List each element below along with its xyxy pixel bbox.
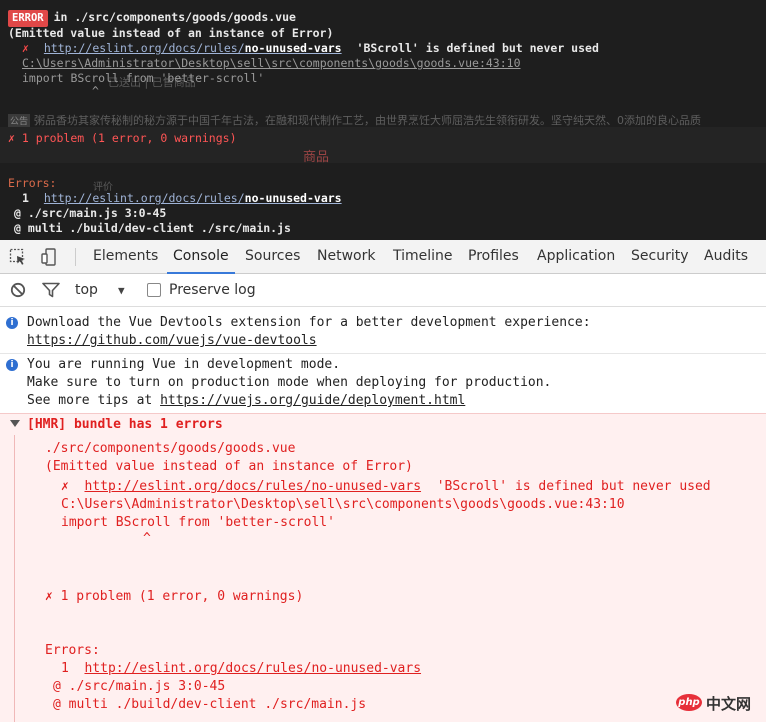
tab-application[interactable]: Application [537, 240, 615, 273]
overlay-rule-line: ✗ http://eslint.org/docs/rules/no-unused… [22, 41, 599, 56]
message-line-3: See more tips at https://vuejs.org/guide… [27, 393, 466, 408]
vue-deployment-link[interactable]: https://vuejs.org/guide/deployment.html [160, 393, 465, 408]
tab-console[interactable]: Console [167, 240, 235, 274]
overlay-caret: ^ [92, 84, 99, 98]
expand-triangle-icon[interactable] [10, 420, 20, 427]
hmr-errors-line: 1 http://eslint.org/docs/rules/no-unused… [61, 661, 422, 676]
hmr-errors-label: Errors: [45, 643, 100, 658]
message-line-2: Make sure to turn on production mode whe… [27, 375, 552, 390]
overlay-errors-link[interactable]: http://eslint.org/docs/rules/no-unused-v… [44, 191, 342, 205]
device-toolbar-icon[interactable] [41, 248, 59, 266]
ghost-bulletin-tag: 公告 [8, 114, 31, 127]
error-x-icon: ✗ [61, 479, 69, 494]
hmr-rule-link[interactable]: http://eslint.org/docs/rules/no-unused-v… [84, 479, 421, 494]
overlay-file-path[interactable]: C:\Users\Administrator\Desktop\sell\src\… [22, 56, 521, 71]
clear-console-icon[interactable] [10, 282, 26, 298]
error-x-icon: ✗ [45, 589, 53, 604]
watermark-text: 中文网 [706, 695, 752, 713]
tab-profiles[interactable]: Profiles [468, 240, 519, 273]
hmr-file-path: C:\Users\Administrator\Desktop\sell\src\… [61, 497, 625, 512]
overlay-problem-summary: ✗ 1 problem (1 error, 0 warnings) [8, 131, 237, 145]
tab-audits[interactable]: Audits [704, 240, 748, 273]
context-dropdown-icon[interactable]: ▼ [118, 284, 125, 297]
overlay-code-line: import BScroll from 'better-scroll' [22, 71, 265, 85]
error-badge: ERROR [8, 10, 48, 27]
console-message-devmode: i You are running Vue in development mod… [0, 356, 766, 412]
overlay-title-line: ERROR in ./src/components/goods/goods.vue [8, 10, 296, 27]
hmr-rule-line: ✗ http://eslint.org/docs/rules/no-unused… [61, 478, 711, 496]
hmr-file: ./src/components/goods/goods.vue [45, 441, 296, 456]
tab-timeline[interactable]: Timeline [393, 240, 453, 273]
tab-elements[interactable]: Elements [93, 240, 158, 273]
hmr-caret: ^ [143, 531, 151, 546]
message-divider [0, 353, 766, 354]
info-icon: i [6, 317, 18, 329]
hmr-emitted: (Emitted value instead of an instance of… [45, 459, 413, 474]
console-error-group: [HMR] bundle has 1 errors ./src/componen… [0, 413, 766, 722]
error-x-icon: ✗ [8, 131, 15, 145]
webpack-error-overlay: 已送出 | 已售商品 公告 粥品香坊其家传秘制的秘方源于中国千年古法，在融和现代制… [0, 0, 766, 240]
tab-security[interactable]: Security [631, 240, 689, 273]
ghost-bulletin: 公告 粥品香坊其家传秘制的秘方源于中国千年古法，在融和现代制作工艺，由世界烹饪大师… [8, 112, 702, 128]
overlay-title: in ./src/components/goods/goods.vue [53, 10, 296, 24]
toolbar-separator [75, 248, 76, 266]
ghost-bulletin-text: 粥品香坊其家传秘制的秘方源于中国千年古法，在融和现代制作工艺，由世界烹饪大师屈浩… [34, 114, 702, 127]
message-text: Download the Vue Devtools extension for … [27, 315, 591, 330]
vue-devtools-link[interactable]: https://github.com/vuejs/vue-devtools [27, 333, 317, 348]
hmr-error-header[interactable]: [HMR] bundle has 1 errors [27, 416, 223, 434]
error-group-border [0, 413, 766, 414]
console-toolbar: top ▼ Preserve log [0, 274, 766, 307]
hmr-entry-main: @ ./src/main.js 3:0-45 [53, 679, 226, 694]
group-indent-line [14, 435, 15, 722]
tab-network[interactable]: Network [317, 240, 375, 273]
overlay-entry-main: @ ./src/main.js 3:0-45 [14, 206, 167, 220]
overlay-errors-line: 1 http://eslint.org/docs/rules/no-unused… [22, 191, 342, 205]
filter-icon[interactable] [42, 282, 60, 298]
context-selector[interactable]: top [75, 282, 98, 298]
hmr-errors-link[interactable]: http://eslint.org/docs/rules/no-unused-v… [84, 661, 421, 676]
hmr-rule-message: 'BScroll' is defined but never used [436, 479, 711, 494]
ghost-tab-goods: 商品 [303, 150, 330, 165]
overlay-rule-message: 'BScroll' is defined but never used [356, 41, 599, 55]
devtools-tab-bar: Elements Console Sources Network Timelin… [0, 240, 766, 274]
console-message-devtools: i Download the Vue Devtools extension fo… [0, 314, 766, 354]
overlay-errors-label: Errors: [8, 176, 57, 190]
preserve-log-checkbox[interactable] [147, 283, 161, 297]
inspect-element-icon[interactable] [9, 248, 27, 266]
hmr-entry-multi: @ multi ./build/dev-client ./src/main.js [53, 697, 367, 712]
php-logo-icon: php [676, 694, 702, 711]
tab-sources[interactable]: Sources [245, 240, 300, 273]
overlay-rule-link[interactable]: http://eslint.org/docs/rules/no-unused-v… [44, 41, 342, 55]
overlay-entry-multi: @ multi ./build/dev-client ./src/main.js [14, 221, 291, 235]
preserve-log-label: Preserve log [169, 282, 256, 298]
message-line-1: You are running Vue in development mode. [27, 357, 341, 372]
overlay-emitted: (Emitted value instead of an instance of… [8, 26, 334, 40]
hmr-code-line: import BScroll from 'better-scroll' [61, 515, 335, 530]
error-x-icon: ✗ [22, 41, 29, 55]
hmr-problem-summary: ✗ 1 problem (1 error, 0 warnings) [45, 589, 304, 604]
info-icon: i [6, 359, 18, 371]
